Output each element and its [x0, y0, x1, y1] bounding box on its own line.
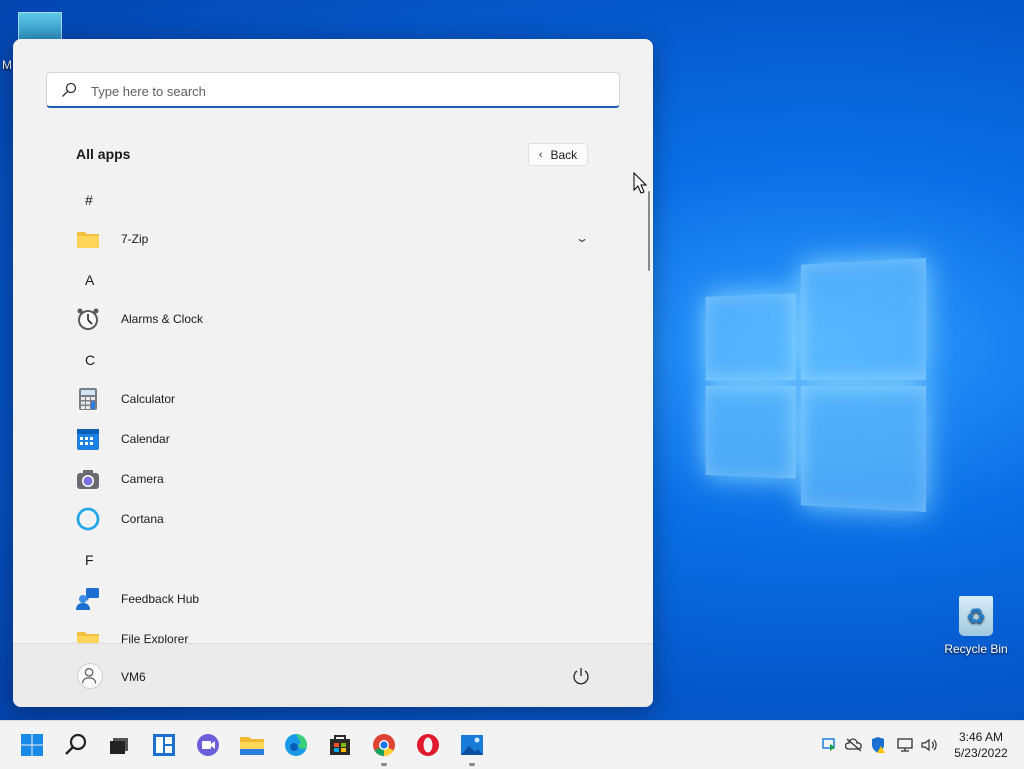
cortana-icon: [76, 507, 100, 531]
section-letter: A: [85, 272, 95, 288]
search-box[interactable]: [46, 72, 620, 109]
app-item-7zip[interactable]: 7-Zip ⌄: [13, 219, 613, 259]
recycle-bin-icon: [959, 596, 993, 636]
task-view-icon[interactable]: [104, 729, 136, 761]
chevron-left-icon: ‹: [538, 148, 543, 161]
teams-chat-icon[interactable]: [192, 729, 224, 761]
scrollbar-thumb[interactable]: [648, 191, 650, 271]
start-menu: All apps ‹ Back # 7-Zip ⌄ A Alarms & Clo…: [13, 39, 653, 707]
section-letter: F: [85, 552, 94, 568]
power-icon[interactable]: [571, 666, 591, 686]
app-label: Alarms & Clock: [121, 312, 204, 326]
opera-icon[interactable]: [412, 729, 444, 761]
running-indicator: [469, 763, 475, 766]
start-icon[interactable]: [16, 729, 48, 761]
search-icon: [62, 82, 77, 97]
start-menu-footer: VM6: [13, 643, 653, 707]
calendar-icon: [76, 427, 100, 451]
app-label: Calendar: [121, 432, 170, 446]
section-header[interactable]: F: [13, 539, 613, 579]
widgets-icon[interactable]: [148, 729, 180, 761]
clock-time: 3:46 AM: [958, 730, 1004, 744]
back-button-label: Back: [550, 147, 578, 162]
app-list: # 7-Zip ⌄ A Alarms & Clock C Calculator …: [13, 179, 653, 643]
onedrive-offline-icon[interactable]: [844, 736, 863, 754]
windows-wallpaper-logo: [705, 258, 926, 512]
recycle-bin[interactable]: Recycle Bin: [940, 596, 1012, 656]
desktop-shortcut-icon[interactable]: [18, 12, 62, 42]
app-item-feedback-hub[interactable]: Feedback Hub: [13, 579, 613, 619]
sync-icon[interactable]: [821, 736, 839, 754]
app-item-camera[interactable]: Camera: [13, 459, 613, 499]
recycle-bin-label: Recycle Bin: [944, 642, 1008, 656]
photos-icon[interactable]: [456, 729, 488, 766]
camera-icon: [76, 467, 100, 491]
section-header[interactable]: #: [13, 179, 613, 219]
calculator-icon: [76, 387, 100, 411]
app-label: File Explorer: [121, 632, 189, 643]
clock-date: 5/23/2022: [954, 746, 1008, 760]
app-label: Cortana: [121, 512, 164, 526]
network-icon[interactable]: [896, 736, 914, 754]
chevron-down-icon[interactable]: ⌄: [575, 231, 589, 245]
search-input[interactable]: [89, 73, 593, 109]
app-item-calendar[interactable]: Calendar: [13, 419, 613, 459]
folder-icon: [76, 627, 100, 643]
store-icon[interactable]: [324, 729, 356, 761]
edge-icon[interactable]: [280, 729, 312, 761]
app-item-file-explorer[interactable]: File Explorer: [13, 619, 613, 643]
back-button[interactable]: ‹ Back: [528, 143, 588, 166]
app-item-calculator[interactable]: Calculator: [13, 379, 613, 419]
app-item-alarms-clock[interactable]: Alarms & Clock: [13, 299, 613, 339]
user-avatar[interactable]: [77, 663, 103, 689]
app-label: 7-Zip: [121, 232, 149, 246]
app-item-cortana[interactable]: Cortana: [13, 499, 613, 539]
alarm-clock-icon: [76, 307, 100, 331]
desktop-shortcut-label: M: [2, 58, 12, 72]
section-letter: C: [85, 352, 96, 368]
all-apps-heading: All apps: [76, 146, 131, 162]
user-icon: [82, 668, 97, 684]
running-indicator: [381, 763, 387, 766]
user-name[interactable]: VM6: [121, 670, 146, 684]
taskbar: 3:46 AM 5/23/2022: [0, 720, 1024, 769]
folder-icon: [76, 227, 100, 251]
security-warning-icon[interactable]: [869, 736, 887, 754]
app-label: Feedback Hub: [121, 592, 200, 606]
section-header[interactable]: A: [13, 259, 613, 299]
chrome-icon[interactable]: [368, 729, 400, 766]
app-label: Calculator: [121, 392, 176, 406]
mouse-cursor-icon: [633, 172, 647, 194]
app-label: Camera: [121, 472, 164, 486]
clock[interactable]: 3:46 AM 5/23/2022: [950, 729, 1012, 761]
feedback-hub-icon: [76, 587, 100, 611]
section-header[interactable]: C: [13, 339, 613, 379]
file-explorer-icon[interactable]: [236, 729, 268, 761]
search-icon[interactable]: [60, 729, 92, 761]
section-letter: #: [85, 192, 93, 208]
volume-icon[interactable]: [920, 736, 938, 754]
